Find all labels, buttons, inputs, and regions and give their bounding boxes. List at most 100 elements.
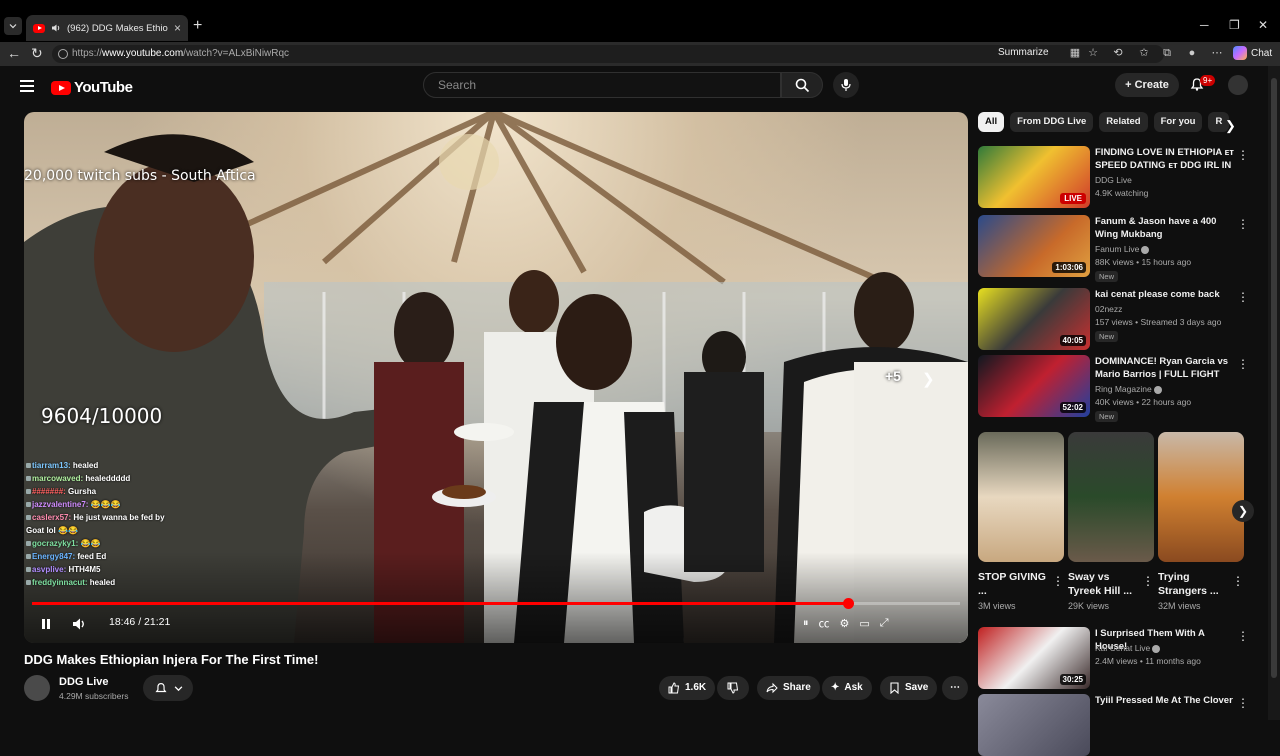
volume-icon[interactable] (72, 617, 88, 631)
recommended-video[interactable]: 40:05 kai cenat please come back 02nezz 157… (978, 288, 1249, 350)
short-video[interactable]: STOP GIVING ... 3M views ⋮ (978, 432, 1064, 611)
channel-name[interactable]: DDG Live (1095, 174, 1132, 186)
youtube-logo[interactable]: YouTube (51, 79, 133, 96)
video-thumbnail[interactable] (978, 694, 1090, 756)
short-title[interactable]: Trying Strangers ... (1158, 570, 1230, 598)
save-button[interactable]: Save (880, 676, 938, 700)
duration-badge: 30:25 (1059, 674, 1086, 685)
share-button[interactable]: Share (757, 676, 820, 700)
search-input[interactable]: Search (423, 72, 781, 98)
recommended-video[interactable]: 52:02 DOMINANCE! Ryan Garcia vs Mario Bar… (978, 355, 1249, 422)
ask-button[interactable]: ✦ Ask (822, 676, 872, 700)
collections-icon[interactable]: ⧉ (1160, 46, 1174, 60)
short-thumbnail[interactable] (1068, 432, 1154, 562)
shorts-next-button[interactable]: ❯ (1232, 500, 1254, 522)
fullscreen-icon[interactable]: ⤢ (880, 617, 889, 630)
duration-badge: 40:05 (1059, 335, 1086, 346)
filter-chip[interactable]: Related (1099, 112, 1148, 132)
split-screen-icon[interactable]: ▦ (1068, 46, 1082, 60)
back-button[interactable]: ← (7, 45, 21, 61)
create-button[interactable]: + Create (1115, 73, 1179, 97)
refresh-button[interactable]: ↻ (31, 45, 43, 62)
chat-username: caslerx57: (32, 513, 72, 522)
favorite-star-icon[interactable]: ☆ (1086, 46, 1100, 60)
scrollbar-thumb[interactable] (1271, 78, 1277, 678)
copilot-chat-button[interactable]: Chat (1233, 46, 1272, 60)
minimize-button[interactable]: ─ (1200, 18, 1209, 32)
channel-name[interactable]: 02nezz (1095, 303, 1122, 315)
voice-search-button[interactable] (833, 72, 859, 98)
filter-chip[interactable]: All (978, 112, 1005, 132)
pause-icon[interactable] (39, 617, 53, 631)
video-thumbnail[interactable]: LIVE (978, 146, 1090, 208)
short-video[interactable]: Trying Strangers ... 32M views ⋮ (1158, 432, 1244, 611)
new-tab-button[interactable]: + (193, 17, 202, 35)
video-thumbnail[interactable]: 40:05 (978, 288, 1090, 350)
more-vertical-icon[interactable]: ⋮ (1237, 696, 1249, 710)
channel-name[interactable]: DDG Live (59, 676, 109, 688)
settings-gear-icon[interactable]: ⚙ (840, 617, 850, 630)
video-title[interactable]: FINDING LOVE IN ETHIOPIA ᴇᴛ SPEED DATING… (1095, 146, 1235, 172)
search-button[interactable] (781, 72, 823, 98)
filter-chip[interactable]: From DDG Live (1010, 112, 1094, 132)
more-vertical-icon[interactable]: ⋮ (1237, 148, 1249, 162)
more-vertical-icon[interactable]: ⋮ (1237, 629, 1249, 643)
channel-avatar[interactable] (24, 675, 50, 701)
more-vertical-icon[interactable]: ⋮ (1052, 574, 1064, 588)
video-player[interactable]: 20,000 twitch subs - South Aftica 9604/1… (24, 112, 968, 643)
account-avatar[interactable] (1228, 75, 1248, 95)
video-thumbnail[interactable]: 1:03:06 (978, 215, 1090, 277)
recommended-video[interactable]: LIVE FINDING LOVE IN ETHIOPIA ᴇᴛ SPEED DA… (978, 146, 1249, 208)
microphone-icon (841, 79, 851, 91)
close-window-button[interactable]: ✕ (1258, 18, 1268, 32)
more-vertical-icon[interactable]: ⋮ (1237, 290, 1249, 304)
miniplayer-icon[interactable]: ▭ (859, 617, 869, 630)
video-title[interactable]: kai cenat please come back (1095, 288, 1235, 301)
new-badge: New (1095, 271, 1119, 282)
menu-icon[interactable] (20, 80, 34, 95)
speaker-icon[interactable] (51, 23, 61, 33)
like-button[interactable]: 1.6K (659, 676, 716, 700)
video-thumbnail[interactable]: 52:02 (978, 355, 1090, 417)
channel-name[interactable]: Kai Cenat Live (1095, 642, 1161, 654)
progress-scrubber[interactable] (842, 598, 854, 609)
recommended-video[interactable]: 1:03:06 Fanum & Jason have a 400 Wing Muk… (978, 215, 1249, 282)
short-title[interactable]: STOP GIVING ... (978, 570, 1050, 598)
channel-name[interactable]: Ring Magazine (1095, 383, 1162, 395)
video-title[interactable]: Tyiil Pressed Me At The Clover (1095, 694, 1235, 707)
video-title[interactable]: Fanum & Jason have a 400 Wing Mukbang (1095, 215, 1235, 241)
tab-close-icon[interactable]: × (174, 21, 181, 35)
more-vertical-icon[interactable]: ⋮ (1237, 217, 1249, 231)
more-vertical-icon[interactable]: ⋮ (1232, 574, 1244, 588)
short-video[interactable]: Sway vs Tyreek Hill ... 29K views ⋮ (1068, 432, 1154, 611)
page-scrollbar[interactable] (1268, 66, 1280, 720)
filter-chip[interactable]: For you (1153, 112, 1203, 132)
shorts-shelf: STOP GIVING ... 3M views ⋮ Sway vs Tyreek H… (978, 432, 1246, 614)
favorites-icon[interactable]: ✩ (1137, 46, 1151, 60)
chips-chevron-right-icon[interactable]: ❯ (1225, 118, 1236, 134)
recommended-video[interactable]: 30:25 I Surprised Them With A House! Kai C… (978, 627, 1249, 689)
maximize-button[interactable]: ❐ (1229, 18, 1240, 32)
channel-name[interactable]: Fanum Live (1095, 243, 1150, 255)
summarize-button[interactable]: Summarize (998, 47, 1049, 58)
extensions-icon[interactable]: ⟲ (1111, 46, 1125, 60)
short-title[interactable]: Sway vs Tyreek Hill ... (1068, 570, 1140, 598)
short-thumbnail[interactable] (1158, 432, 1244, 562)
recommended-video[interactable]: Tyiil Pressed Me At The Clover ⋮ (978, 694, 1249, 756)
progress-bar[interactable] (32, 598, 960, 609)
video-title[interactable]: DOMINANCE! Ryan Garcia vs Mario Barrios … (1095, 355, 1235, 381)
more-vertical-icon[interactable]: ⋮ (1142, 574, 1154, 588)
more-actions-button[interactable]: ⋯ (942, 676, 968, 700)
short-thumbnail[interactable] (978, 432, 1064, 562)
profile-icon[interactable]: ● (1185, 46, 1199, 60)
autoplay-toggle-icon[interactable]: ⏸ (803, 617, 809, 630)
video-thumbnail[interactable]: 30:25 (978, 627, 1090, 689)
subscription-notify-button[interactable] (143, 675, 193, 701)
captions-icon[interactable]: ㏄ (819, 615, 830, 631)
dislike-button[interactable] (717, 676, 749, 700)
more-menu-icon[interactable]: ⋯ (1210, 46, 1224, 60)
browser-tab[interactable]: (962) DDG Makes Ethiopian In × (26, 15, 188, 41)
more-vertical-icon[interactable]: ⋮ (1237, 357, 1249, 371)
tab-actions-menu-button[interactable] (4, 17, 22, 35)
site-info-icon[interactable] (58, 49, 68, 59)
